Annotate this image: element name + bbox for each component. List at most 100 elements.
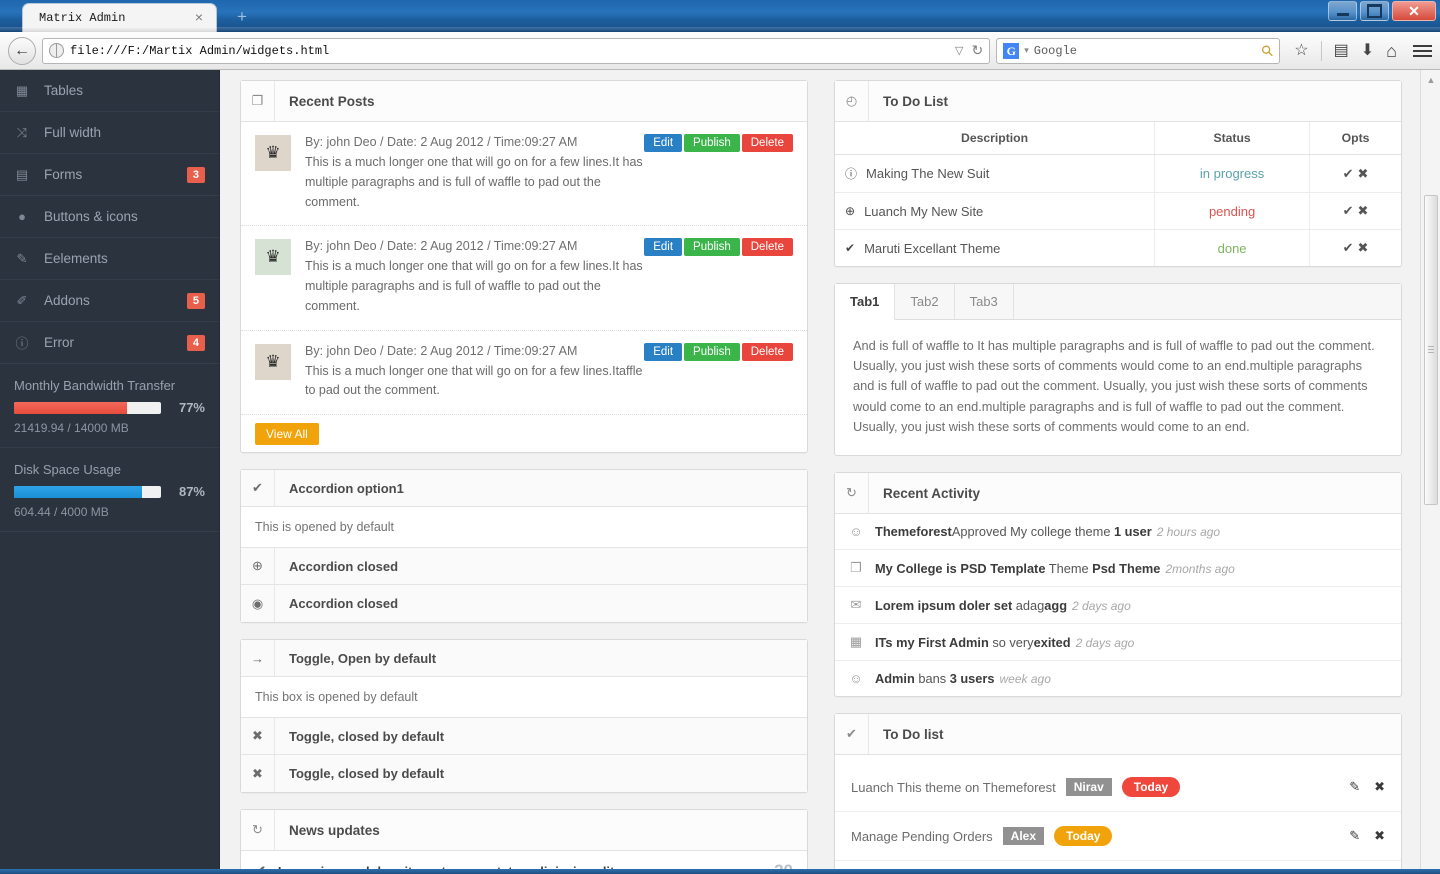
delete-button[interactable]: Delete [741, 238, 793, 257]
publish-button[interactable]: Publish [684, 134, 740, 152]
library-icon[interactable]: ▤ [1334, 42, 1349, 59]
accordion-header-2[interactable]: ◉ Accordion closed [241, 585, 807, 622]
address-bar[interactable]: file:///F:/Martix Admin/widgets.html ▽ ↻ [42, 37, 991, 64]
recent-activity-panel: ↻ Recent Activity ☺ ThemeforestApproved M… [834, 472, 1402, 698]
avatar: ♛ [255, 239, 291, 276]
bookmark-star-icon[interactable]: ☆ [1294, 42, 1308, 59]
scroll-up-icon[interactable]: ▲ [1421, 70, 1440, 89]
edit-button[interactable]: Edit [644, 342, 683, 361]
delete-button[interactable]: Delete [741, 134, 793, 152]
description-wrap: ⊕ Luanch My New Site [845, 204, 1144, 219]
reload-icon[interactable]: ↻ [972, 42, 984, 59]
sidebar-item-label: Addons [44, 293, 90, 308]
search-bar[interactable]: G ▾ Google ⚲ [996, 37, 1281, 64]
post-item: ♛ By: john Deo / Date: 2 Aug 2012 / Time:… [241, 226, 807, 331]
reject-icon[interactable]: ✖ [1358, 203, 1369, 218]
accordion-header-0[interactable]: ✔ Accordion option1 [241, 470, 807, 507]
publish-button[interactable]: Publish [684, 238, 740, 257]
sidebar-item-forms[interactable]: ▤ Forms 3 [0, 154, 219, 196]
activity-icon: ☺ [849, 671, 863, 687]
menu-icon: ▦ [15, 82, 29, 98]
toggle-header-0[interactable]: → Toggle, Open by default [241, 640, 807, 677]
panel-header: ↻ Recent Activity [835, 473, 1401, 515]
close-window-button[interactable]: ✕ [1392, 1, 1436, 21]
browser-toolbar: ← file:///F:/Martix Admin/widgets.html ▽… [0, 32, 1440, 70]
edit-button[interactable]: Edit [644, 134, 683, 152]
progress-bar [14, 401, 161, 414]
maximize-button[interactable] [1360, 1, 1389, 21]
search-input[interactable]: Google [1034, 44, 1257, 58]
close-icon[interactable]: × [192, 10, 206, 24]
vertical-scrollbar[interactable]: ▲ [1420, 70, 1440, 874]
activity-item: ☺ Admin bans 3 users week ago [835, 661, 1401, 696]
meter-subtext: 21419.94 / 14000 MB [14, 421, 129, 435]
tab-tab3[interactable]: Tab3 [955, 284, 1014, 319]
back-button[interactable]: ← [8, 36, 36, 65]
accept-icon[interactable]: ✔ [1343, 203, 1354, 218]
panel-title: Recent Posts [289, 93, 375, 109]
activity-item: ❐ My College is PSD Template Theme Psd Th… [835, 550, 1401, 588]
sidebar-item-buttons-icons[interactable]: ● Buttons & icons [0, 196, 219, 238]
page-viewport: ▦ Tables ⤨ Full width ▤ Forms 3 ● Buttons & icon… [0, 70, 1440, 874]
menu-icon[interactable] [1413, 44, 1432, 57]
accordion-header-1[interactable]: ⊕ Accordion closed [241, 548, 807, 585]
sidebar-item-addons[interactable]: ✐ Addons 5 [0, 280, 219, 322]
sidebar-item-full-width[interactable]: ⤨ Full width [0, 112, 219, 154]
tab-tab1[interactable]: Tab1 [835, 284, 896, 320]
toggle-label: Toggle, closed by default [289, 728, 445, 744]
view-all-button[interactable]: View All [255, 423, 319, 445]
accordion-label: Accordion closed [289, 558, 399, 574]
sidebar-item-error[interactable]: ⓘ Error 4 [0, 322, 219, 364]
download-icon[interactable]: ⬇ [1361, 42, 1374, 59]
toggle-header-2[interactable]: ✖ Toggle, closed by default [241, 755, 807, 792]
globe-icon [49, 43, 64, 58]
publish-button[interactable]: Publish [684, 342, 740, 361]
main-content: ❐ Recent Posts ♛ By: john Deo / Date: 2 A… [220, 70, 1420, 874]
activity-item: ☺ ThemeforestApproved My college theme 1 … [835, 514, 1401, 551]
panel-title: Recent Activity [883, 485, 981, 501]
post-actions: Edit Publish Delete [644, 238, 793, 257]
news-updates-panel: ↻ News updates ✔Lorem ipsum dolor sit am… [240, 809, 808, 874]
sidebar-item-label: Full width [44, 125, 102, 140]
cell-status: in progress [1154, 154, 1311, 193]
accept-icon[interactable]: ✔ [1343, 240, 1354, 255]
search-icon[interactable]: ⚲ [1257, 40, 1278, 61]
activity-text: Lorem ipsum doler set adagagg 2 days ago [875, 597, 1131, 613]
reject-icon[interactable]: ✖ [1358, 240, 1369, 255]
scrollbar-thumb[interactable] [1424, 195, 1438, 505]
edit-button[interactable]: Edit [644, 238, 683, 257]
sidebar-item-label: Error [44, 335, 74, 350]
browser-titlebar: Matrix Admin × + ✕ [0, 0, 1440, 32]
activity-icon: ❐ [850, 560, 862, 576]
close-icon: ✕ [1408, 2, 1420, 19]
home-icon[interactable]: ⌂ [1386, 42, 1397, 60]
cell-description: ⊕ Luanch My New Site [835, 192, 1156, 230]
refresh-icon: ↻ [241, 810, 275, 850]
accordion-icon: ✔ [241, 470, 275, 506]
edit-icon[interactable]: ✎ [1349, 828, 1360, 844]
meter-percent: 77% [178, 400, 205, 415]
chevron-down-icon[interactable]: ▾ [1024, 45, 1029, 56]
browser-tab[interactable]: Matrix Admin × [22, 3, 217, 32]
assignee-tag: Nirav [1065, 778, 1112, 797]
posts-list: ♛ By: john Deo / Date: 2 Aug 2012 / Time:… [241, 122, 807, 415]
check-icon: ✔ [835, 714, 869, 755]
accept-icon[interactable]: ✔ [1343, 166, 1354, 181]
new-tab-button[interactable]: + [220, 0, 266, 28]
activity-icon: ☺ [849, 524, 863, 540]
minimize-button[interactable] [1328, 1, 1357, 21]
todo-table-panel: ◴ To Do List Description Status Opts ⓘ Maki… [834, 80, 1402, 267]
sidebar-item-eelements[interactable]: ✎ Eelements [0, 238, 219, 280]
sidebar-item-label: Tables [44, 83, 84, 98]
delete-icon[interactable]: ✖ [1374, 828, 1385, 844]
delete-icon[interactable]: ✖ [1374, 779, 1385, 795]
reject-icon[interactable]: ✖ [1358, 166, 1369, 181]
chevron-down-icon[interactable]: ▽ [955, 44, 963, 57]
sidebar-item-tables[interactable]: ▦ Tables [0, 70, 219, 112]
delete-button[interactable]: Delete [741, 342, 793, 361]
description-text: Luanch My New Site [864, 203, 984, 219]
sidebar: ▦ Tables ⤨ Full width ▤ Forms 3 ● Buttons & icon… [0, 70, 220, 874]
tab-tab2[interactable]: Tab2 [895, 284, 955, 319]
toggle-header-1[interactable]: ✖ Toggle, closed by default [241, 718, 807, 755]
edit-icon[interactable]: ✎ [1349, 779, 1360, 795]
